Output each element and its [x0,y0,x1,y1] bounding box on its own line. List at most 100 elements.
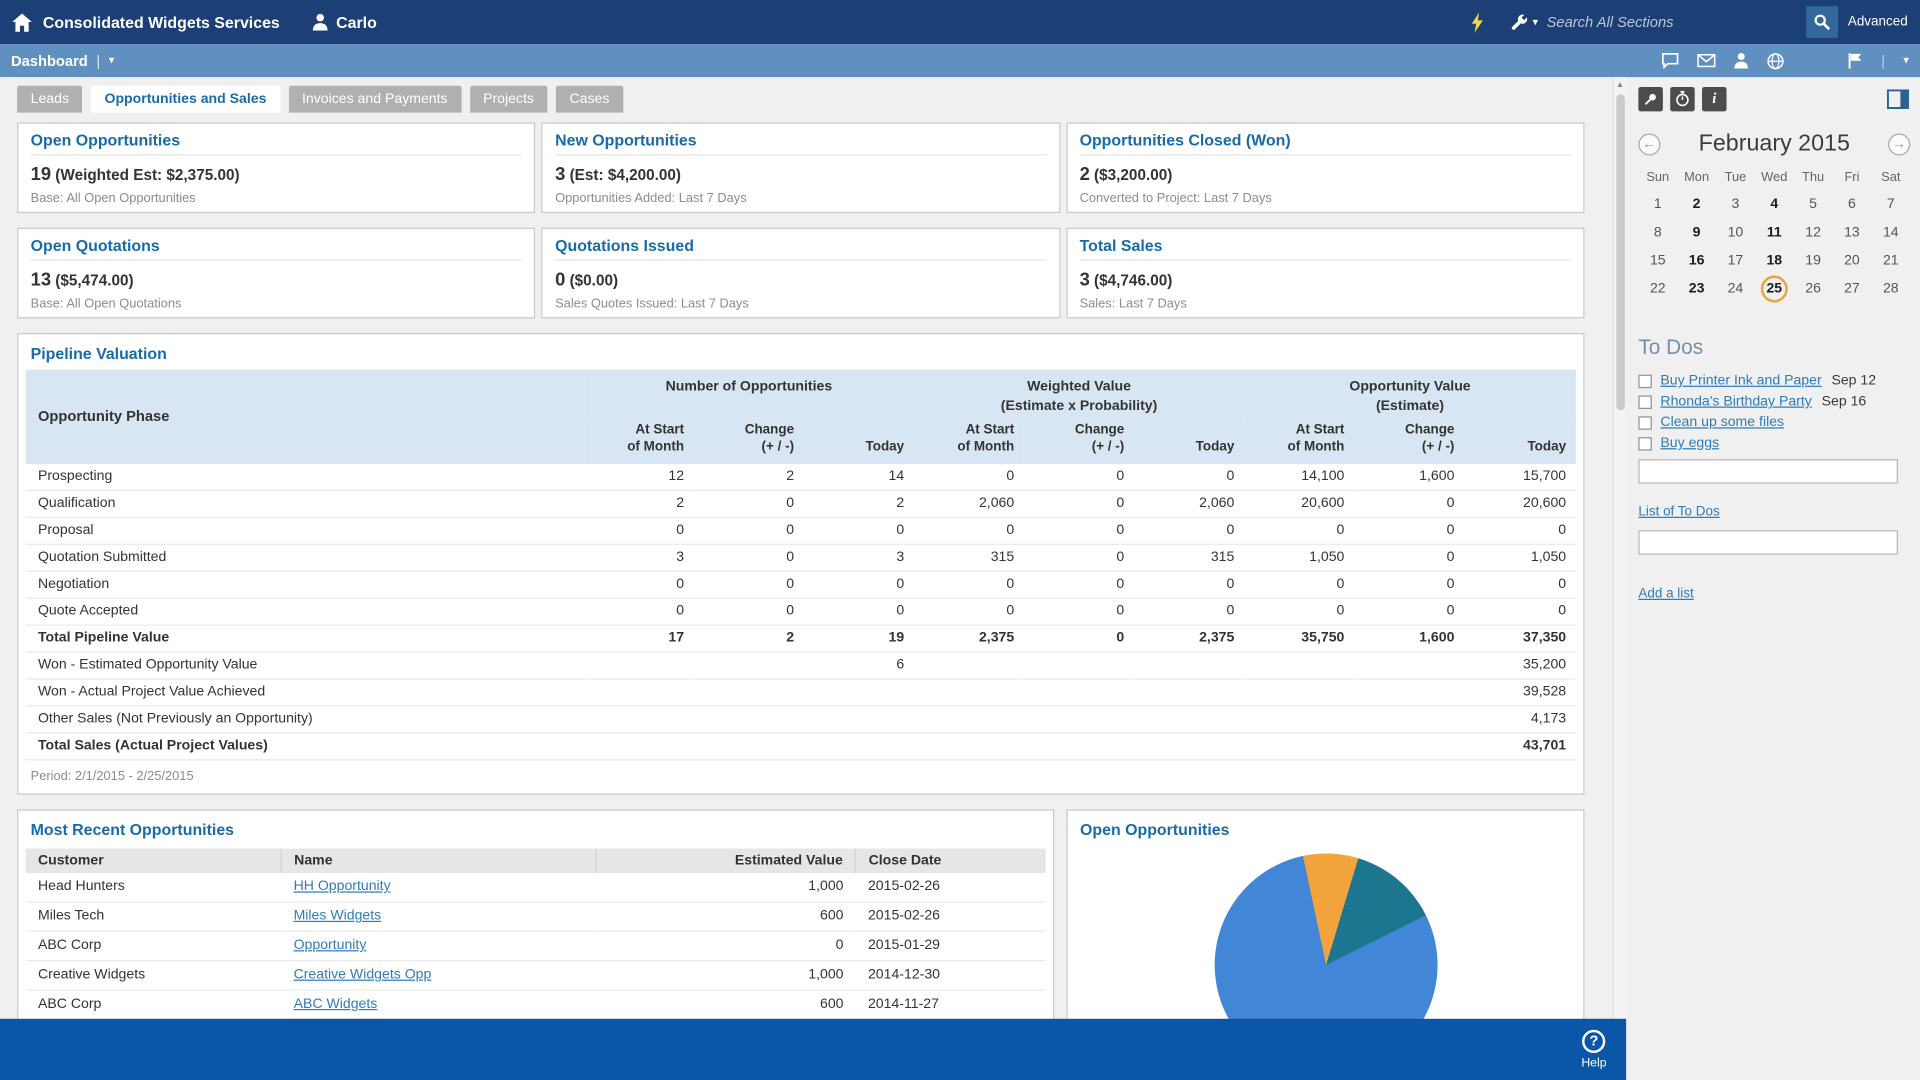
calendar-day[interactable]: 8 [1638,220,1677,244]
calendar-day[interactable]: 5 [1794,192,1833,216]
pipeline-cell [584,652,694,679]
pipeline-cell [584,679,694,706]
calendar-day[interactable]: 16 [1677,249,1716,273]
info-button[interactable]: i [1702,86,1726,110]
new-todo-input-2[interactable] [1638,530,1898,554]
todo-checkbox[interactable] [1638,416,1651,429]
pipeline-cell: 2,375 [1134,625,1244,652]
calendar-day[interactable]: 3 [1716,192,1755,216]
calendar-day[interactable]: 20 [1833,249,1872,273]
pin-button[interactable] [1638,86,1662,110]
todo-checkbox[interactable] [1638,374,1651,387]
advanced-search-link[interactable]: Advanced [1848,15,1908,30]
calendar-day[interactable]: 1 [1638,192,1677,216]
metric-card-number: 2 [1080,164,1090,185]
todo-checkbox[interactable] [1638,395,1651,408]
scroll-up-icon[interactable]: ▲ [1614,77,1626,93]
calendar-day[interactable]: 22 [1638,277,1677,301]
calendar-day[interactable]: 12 [1794,220,1833,244]
todo-checkbox[interactable] [1638,437,1651,450]
pipeline-cell [914,705,1024,732]
pipeline-subheader: At Startof Month [914,419,1024,464]
opportunity-link[interactable]: Miles Widgets [294,909,382,924]
todo-link[interactable]: Buy Printer Ink and Paper [1660,373,1821,388]
opportunity-link[interactable]: Creative Widgets Opp [294,968,432,983]
calendar-day[interactable]: 23 [1677,277,1716,301]
todo-link[interactable]: Buy eggs [1660,436,1719,451]
pipeline-cell: 4,173 [1464,705,1576,732]
calendar-day[interactable]: 9 [1677,220,1716,244]
calendar-day[interactable]: 17 [1716,249,1755,273]
pipeline-cell: 0 [914,464,1024,490]
calendar-day[interactable]: 15 [1638,249,1677,273]
subheader-line2: of Month [627,440,684,455]
calendar-day[interactable]: 28 [1871,277,1910,301]
metric-card-title[interactable]: Opportunities Closed (Won) [1080,131,1571,155]
pipeline-cell: 14,100 [1244,464,1354,490]
tab-invoices-and-payments[interactable]: Invoices and Payments [289,86,462,113]
todo-link[interactable]: Rhonda's Birthday Party [1660,394,1811,409]
opportunity-link[interactable]: ABC Widgets [294,997,378,1012]
calendar-day[interactable]: 26 [1794,277,1833,301]
chevron-down-icon[interactable]: ▾ [1903,55,1909,66]
calendar-day[interactable]: 24 [1716,277,1755,301]
tab-cases[interactable]: Cases [556,86,623,113]
calendar-day[interactable]: 6 [1833,192,1872,216]
calendar-day[interactable]: 18 [1755,249,1794,273]
tab-leads[interactable]: Leads [17,86,82,113]
new-todo-input[interactable] [1638,459,1898,483]
panel-title-pie[interactable]: Open Opportunities [1068,810,1584,846]
panel-title-pipeline[interactable]: Pipeline Valuation [18,334,1583,370]
scrollbar-thumb[interactable] [1616,94,1625,410]
recent-date: 2014-11-27 [856,990,1046,1019]
add-list-link[interactable]: Add a list [1638,587,1693,602]
metric-card-title[interactable]: Quotations Issued [555,236,1046,260]
timer-button[interactable] [1670,86,1694,110]
search-type-dropdown[interactable]: ▾ [1510,13,1538,30]
calendar-day[interactable]: 10 [1716,220,1755,244]
search-button[interactable] [1806,6,1838,38]
pipeline-subheader: At Startof Month [1244,419,1354,464]
opportunity-link[interactable]: HH Opportunity [294,879,391,894]
user-menu[interactable]: Carlo [312,13,377,31]
subheader-line1: At Start [1296,422,1345,437]
todo-list-link[interactable]: List of To Dos [1638,504,1719,519]
calendar-day[interactable]: 21 [1871,249,1910,273]
metric-card-title[interactable]: Open Quotations [31,236,522,260]
quick-actions-button[interactable] [1470,12,1483,33]
home-brand[interactable]: Consolidated Widgets Services [12,13,280,31]
main-scrollbar[interactable]: ▲ [1613,77,1626,1080]
flag-icon[interactable] [1848,53,1863,69]
dashboard-menu[interactable]: Dashboard | ▾ [11,52,114,69]
calendar-day[interactable]: 14 [1871,220,1910,244]
calendar-day[interactable]: 19 [1794,249,1833,273]
collapse-panel-button[interactable] [1886,88,1910,110]
contact-icon[interactable] [1734,53,1749,69]
metric-card-footer: Sales Quotes Issued: Last 7 Days [555,296,1046,311]
recent-opportunities-panel: Most Recent Opportunities CustomerNameEs… [17,809,1054,1054]
calendar-prev-button[interactable]: ← [1638,133,1660,155]
todo-link[interactable]: Clean up some files [1660,415,1784,430]
calendar-next-button[interactable]: → [1888,133,1910,155]
pipeline-cell: 0 [1134,517,1244,544]
calendar-day[interactable]: 27 [1833,277,1872,301]
metric-card-title[interactable]: Total Sales [1080,236,1571,260]
search-input[interactable] [1547,13,1798,30]
help-button[interactable]: ? Help [1581,1029,1606,1069]
opportunity-link[interactable]: Opportunity [294,938,367,953]
recent-col-header: Close Date [856,848,1046,872]
tab-projects[interactable]: Projects [470,86,548,113]
tab-opportunities-and-sales[interactable]: Opportunities and Sales [91,86,280,113]
calendar-day[interactable]: 2 [1677,192,1716,216]
metric-card-title[interactable]: New Opportunities [555,131,1046,155]
calendar-day[interactable]: 4 [1755,192,1794,216]
globe-icon[interactable] [1767,52,1784,69]
panel-title-recent[interactable]: Most Recent Opportunities [18,810,1053,846]
chat-icon[interactable] [1662,53,1679,69]
calendar-day[interactable]: 7 [1871,192,1910,216]
metric-card-title[interactable]: Open Opportunities [31,131,522,155]
calendar-day[interactable]: 13 [1833,220,1872,244]
calendar-day[interactable]: 11 [1755,220,1794,244]
mail-icon[interactable] [1698,54,1716,67]
calendar-day[interactable]: 25 [1755,277,1794,301]
